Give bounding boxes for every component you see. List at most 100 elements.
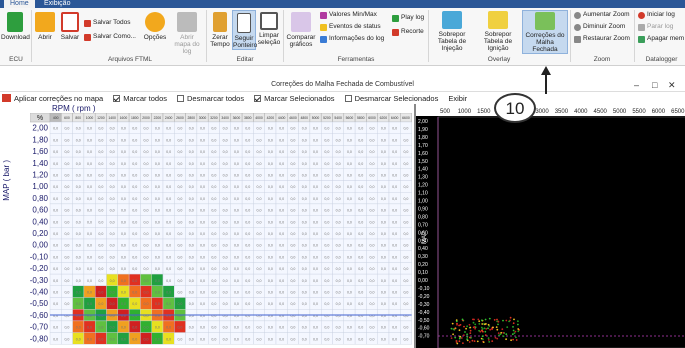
exibir-menu[interactable]: Exibir xyxy=(448,94,467,103)
map-tick-label: 1,20 xyxy=(418,183,428,189)
log-point xyxy=(454,336,457,339)
correction-grid[interactable]: % 400 600 800 1000 1200 1400 1600 1800 2000 2200 24… xyxy=(30,113,412,348)
comparar-graficos-button[interactable]: Comparar gráficos xyxy=(286,12,316,48)
aumentar-zoom-button[interactable]: Aumentar Zoom xyxy=(574,11,630,19)
tab-home[interactable]: Home xyxy=(4,0,35,8)
cell-value: 0,0 xyxy=(121,302,126,306)
informacoes-log-button[interactable]: Informações do log xyxy=(320,35,384,43)
cell-value: 0,0 xyxy=(177,337,182,341)
map-tick-label: -0,40 xyxy=(418,310,430,316)
cell-value: 0,0 xyxy=(121,127,126,131)
cell-value: 0,0 xyxy=(98,220,103,224)
parar-log-button[interactable]: Parar log xyxy=(638,23,673,31)
salvar-como-button[interactable]: Salvar Como... xyxy=(84,33,136,41)
log-point xyxy=(459,335,462,338)
marcar-todos-button[interactable]: Marcar todos xyxy=(113,94,167,103)
cell-value: 0,0 xyxy=(189,127,194,131)
minimize-button[interactable]: – xyxy=(634,78,639,92)
cell-value: 0,0 xyxy=(144,162,149,166)
download-button[interactable]: Download xyxy=(1,12,30,41)
recorte-button[interactable]: Recorte xyxy=(392,28,424,36)
map-tick-label: 1,80 xyxy=(418,135,428,141)
desmarcar-todos-button[interactable]: Desmarcar todos xyxy=(177,94,244,103)
cell-value: 0,0 xyxy=(302,267,307,271)
cell-value: 0,0 xyxy=(110,279,115,283)
cell-value: 0,0 xyxy=(76,291,81,295)
cell-value: 0,0 xyxy=(64,162,69,166)
cell-value: 0,0 xyxy=(268,314,273,318)
diminuir-zoom-button[interactable]: Diminuir Zoom xyxy=(574,23,625,31)
iniciar-log-button[interactable]: Iniciar log xyxy=(638,11,675,19)
valores-minmax-button[interactable]: Valores Min/Max xyxy=(320,11,377,19)
map-row-label: 1,80 xyxy=(32,135,48,144)
log-point xyxy=(451,322,454,325)
cell-value: 0,0 xyxy=(87,127,92,131)
cell-value: 0,0 xyxy=(166,279,171,283)
sobrepor-ignicao-button[interactable]: Sobrepor Tabela de Ignição xyxy=(476,11,520,52)
chart-compare-icon xyxy=(291,12,311,32)
sobrepor-injecao-button[interactable]: Sobrepor Tabela de Injeção xyxy=(430,11,474,52)
cell-value: 0,0 xyxy=(324,127,329,131)
cell-value: 0,0 xyxy=(155,255,160,259)
cell-value: 0,0 xyxy=(53,197,58,201)
close-button[interactable]: ✕ xyxy=(668,78,676,92)
salvar-button[interactable]: Salvar xyxy=(58,12,82,41)
log-scatter-plot[interactable]: 5001000150020002500300035004000450050005… xyxy=(416,104,685,348)
eventos-status-button[interactable]: Eventos de status xyxy=(320,23,381,31)
tab-exibicao[interactable]: Exibição xyxy=(38,0,76,8)
marcar-selecionados-button[interactable]: Marcar Selecionados xyxy=(254,94,335,103)
log-point xyxy=(517,330,520,333)
desmarcar-selecionados-button[interactable]: Desmarcar Selecionados xyxy=(344,94,438,103)
cell-value: 0,0 xyxy=(279,232,284,236)
log-point xyxy=(460,337,463,339)
cell-value: 0,0 xyxy=(166,291,171,295)
cell-value: 0,0 xyxy=(257,314,262,318)
cell-value: 0,0 xyxy=(166,255,171,259)
restaurar-zoom-button[interactable]: Restaurar Zoom xyxy=(574,35,630,43)
cell-value: 0,0 xyxy=(64,326,69,330)
seguir-ponteiro-button[interactable]: Seguir Ponteiro xyxy=(232,10,257,50)
cell-value: 0,0 xyxy=(370,314,375,318)
cell-value: 0,0 xyxy=(53,150,58,154)
group-datalogger: Datalogger xyxy=(645,56,678,63)
map-row-label: 1,20 xyxy=(32,171,48,180)
cell-value: 0,0 xyxy=(87,291,92,295)
aplicar-correcoes-button[interactable]: Aplicar correções no mapa xyxy=(2,94,103,103)
map-tick-label: 1,00 xyxy=(418,199,428,205)
play-log-button[interactable]: Play log xyxy=(392,14,424,22)
cell-value: 0,0 xyxy=(76,162,81,166)
cell-value: 0,0 xyxy=(64,337,69,341)
cell-value: 0,0 xyxy=(53,314,58,318)
cell-value: 0,0 xyxy=(336,197,341,201)
play-icon xyxy=(392,14,399,22)
cell-value: 0,0 xyxy=(155,150,160,154)
limpar-selecao-button[interactable]: Limpar seleção xyxy=(257,12,281,46)
maximize-button[interactable]: □ xyxy=(652,78,657,92)
cell-value: 0,0 xyxy=(268,267,273,271)
cell-value: 0,0 xyxy=(234,197,239,201)
cell-value: 0,0 xyxy=(347,232,352,236)
map-row-label: -0,40 xyxy=(30,288,49,297)
info-icon xyxy=(320,35,327,43)
cell-value: 0,0 xyxy=(336,220,341,224)
salvar-todos-button[interactable]: Salvar Todos xyxy=(84,19,130,27)
apagar-mem-button[interactable]: Apagar mem xyxy=(638,35,684,43)
map-row-label: -0,30 xyxy=(30,276,49,285)
cell-value: 0,0 xyxy=(370,174,375,178)
correcoes-malha-button[interactable]: Correções do Malha Fechada xyxy=(522,10,568,54)
opcoes-button[interactable]: Opções xyxy=(142,12,168,41)
cell-value: 0,0 xyxy=(223,174,228,178)
cell-value: 0,0 xyxy=(324,255,329,259)
abrir-button[interactable]: Abrir xyxy=(34,12,56,41)
abrir-mapa-button[interactable]: Abrir mapa do log xyxy=(172,12,202,55)
cell-value: 0,0 xyxy=(336,302,341,306)
cell-value: 0,0 xyxy=(381,197,386,201)
log-point xyxy=(505,319,508,322)
log-point xyxy=(502,319,504,322)
zerar-tempo-button[interactable]: Zerar Tempo xyxy=(209,12,231,48)
cell-value: 0,0 xyxy=(392,314,397,318)
cell-value: 0,0 xyxy=(155,127,160,131)
cell-value: 0,0 xyxy=(381,279,386,283)
map-row-label: 0,00 xyxy=(32,241,48,250)
cell-value: 0,0 xyxy=(177,209,182,213)
